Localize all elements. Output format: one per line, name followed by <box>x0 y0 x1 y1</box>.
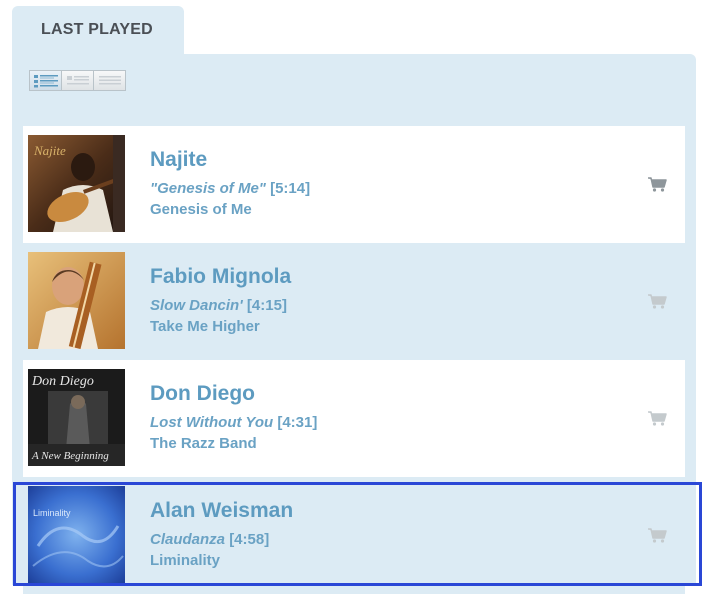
last-played-panel: Najite Najite "Genesis of Me" [5:14] Gen… <box>12 54 696 594</box>
track-info: Alan Weisman Claudanza [4:58] Liminality <box>150 499 293 570</box>
artist-name[interactable]: Alan Weisman <box>150 499 293 523</box>
list-item[interactable]: Don Diego A New Beginning Don Diego Lost… <box>23 360 685 477</box>
album-cover[interactable]: Najite <box>28 135 125 232</box>
svg-text:Don Diego: Don Diego <box>31 374 94 389</box>
shopping-cart-icon[interactable] <box>647 410 667 426</box>
shopping-cart-icon[interactable] <box>647 293 667 309</box>
compact-view-button[interactable] <box>61 70 94 91</box>
track-title[interactable]: Slow Dancin' <box>150 297 243 314</box>
tab-last-played[interactable]: LAST PLAYED <box>12 6 184 54</box>
album-name[interactable]: Take Me Higher <box>150 318 291 336</box>
list-view-button[interactable] <box>29 70 62 91</box>
track-info: Don Diego Lost Without You [4:31] The Ra… <box>150 382 317 453</box>
track-duration: [4:58] <box>229 531 270 548</box>
svg-text:Liminality: Liminality <box>33 508 71 518</box>
shopping-cart-icon[interactable] <box>647 527 667 543</box>
grid-view-button[interactable] <box>93 70 126 91</box>
album-cover[interactable]: Liminality <box>28 486 125 583</box>
grid-view-icon <box>98 75 121 84</box>
track-line: Lost Without You [4:31] <box>150 414 317 432</box>
track-duration: [4:31] <box>277 414 318 431</box>
track-title[interactable]: "Genesis of Me" <box>150 180 266 197</box>
track-duration: [5:14] <box>270 180 311 197</box>
shopping-cart-icon[interactable] <box>647 176 667 192</box>
track-info: Fabio Mignola Slow Dancin' [4:15] Take M… <box>150 265 291 336</box>
artist-name[interactable]: Don Diego <box>150 382 317 406</box>
list-item[interactable]: Liminality Alan Weisman Claudanza [4:58]… <box>23 477 685 594</box>
artist-name[interactable]: Najite <box>150 148 310 172</box>
album-name[interactable]: Genesis of Me <box>150 201 310 219</box>
compact-view-icon <box>66 75 89 84</box>
album-name[interactable]: The Razz Band <box>150 435 317 453</box>
track-duration: [4:15] <box>246 297 287 314</box>
track-line: "Genesis of Me" [5:14] <box>150 180 310 198</box>
last-played-widget: LAST PLAYED Najite Najite "Genesis of Me… <box>0 0 715 594</box>
track-line: Claudanza [4:58] <box>150 531 293 549</box>
svg-text:A New Beginning: A New Beginning <box>31 450 109 462</box>
track-info: Najite "Genesis of Me" [5:14] Genesis of… <box>150 148 310 219</box>
list-view-icon <box>33 74 58 87</box>
album-cover[interactable]: Don Diego A New Beginning <box>28 369 125 466</box>
svg-text:Najite: Najite <box>33 143 66 158</box>
track-title[interactable]: Claudanza <box>150 531 225 548</box>
track-list: Najite Najite "Genesis of Me" [5:14] Gen… <box>23 126 685 594</box>
view-toggle <box>29 70 126 91</box>
artist-name[interactable]: Fabio Mignola <box>150 265 291 289</box>
album-name[interactable]: Liminality <box>150 552 293 570</box>
list-item[interactable]: Fabio Mignola Slow Dancin' [4:15] Take M… <box>23 243 685 360</box>
list-item[interactable]: Najite Najite "Genesis of Me" [5:14] Gen… <box>23 126 685 243</box>
album-cover[interactable] <box>28 252 125 349</box>
track-title[interactable]: Lost Without You <box>150 414 273 431</box>
track-line: Slow Dancin' [4:15] <box>150 297 291 315</box>
